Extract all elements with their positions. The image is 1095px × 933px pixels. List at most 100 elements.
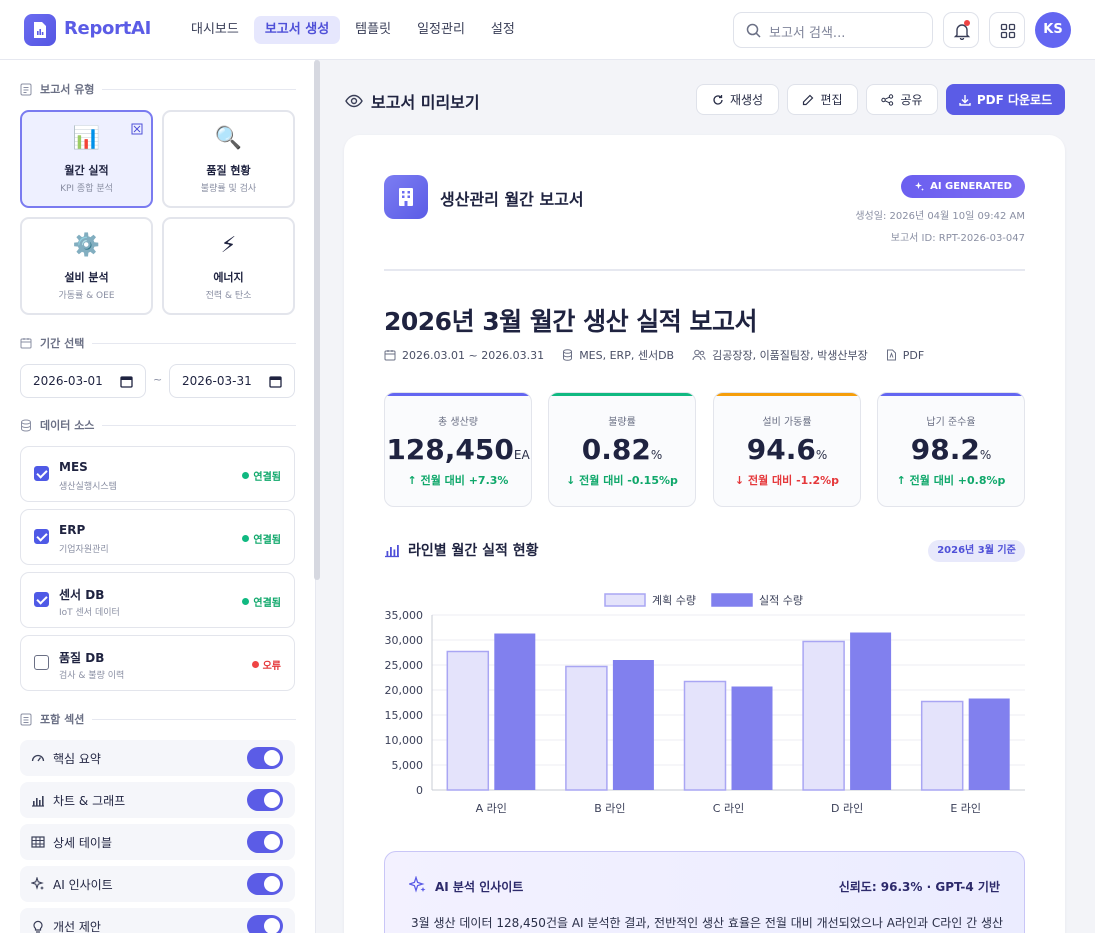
section-toggle[interactable] bbox=[247, 747, 283, 769]
end-date-input[interactable]: 2026-03-31 bbox=[169, 364, 295, 398]
bar-plan bbox=[920, 700, 964, 791]
pdf-download-button[interactable]: PDF 다운로드 bbox=[946, 84, 1065, 115]
section-toggle[interactable] bbox=[247, 789, 283, 811]
x-tick-label: A 라인 bbox=[476, 802, 507, 815]
nav-schedule[interactable]: 일정관리 bbox=[406, 16, 476, 44]
source-row-sensor[interactable]: 센서 DB IoT 센서 데이터 연결됨 bbox=[20, 572, 295, 628]
notification-button[interactable] bbox=[943, 12, 979, 48]
bar-chart-icon bbox=[32, 796, 44, 807]
section-toggle[interactable] bbox=[247, 831, 283, 853]
kpi-card-utilization: 설비 가동률 94.6% ↓ 전월 대비 -1.2%p bbox=[713, 392, 861, 507]
ai-insight-panel: AI 분석 인사이트 신뢰도: 96.3% · GPT-4 기반 3월 생산 데… bbox=[384, 851, 1025, 933]
chart-heading: 라인별 월간 실적 현황 bbox=[384, 540, 539, 560]
eye-icon bbox=[345, 94, 363, 108]
source-row-erp[interactable]: ERP 기업자원관리 연결됨 bbox=[20, 509, 295, 565]
bar-actual bbox=[850, 632, 892, 790]
nav-settings[interactable]: 설정 bbox=[480, 16, 526, 44]
y-tick-label: 25,000 bbox=[385, 659, 424, 672]
kpi-card-defect-rate: 불량률 0.82% ↓ 전월 대비 -0.15%p bbox=[548, 392, 696, 507]
section-label: 개선 제안 bbox=[53, 920, 101, 933]
legend-swatch bbox=[711, 593, 753, 607]
apps-button[interactable] bbox=[989, 12, 1025, 48]
source-checkbox[interactable] bbox=[34, 529, 49, 544]
app-name[interactable]: ReportAI bbox=[64, 18, 151, 39]
start-date-input[interactable]: 2026-03-01 bbox=[20, 364, 146, 398]
kpi-change: ↓ 전월 대비 -1.2%p bbox=[734, 474, 840, 487]
meta-format: PDF bbox=[886, 349, 924, 362]
section-toggle[interactable] bbox=[247, 915, 283, 933]
section-title: 데이터 소스 bbox=[40, 419, 95, 432]
card-title: 월간 실적 bbox=[64, 164, 109, 177]
search-input[interactable]: 보고서 검색... bbox=[733, 12, 933, 48]
source-name: 센서 DB bbox=[59, 588, 105, 602]
regenerate-button[interactable]: 재생성 bbox=[696, 84, 779, 115]
x-tick-label: D 라인 bbox=[831, 802, 863, 815]
sidebar-scrollbar[interactable] bbox=[314, 60, 320, 580]
report-type-monthly[interactable]: 📊 월간 실적 KPI 종합 분석 bbox=[20, 110, 153, 208]
calendar-icon[interactable] bbox=[120, 375, 133, 388]
ai-confidence: 신뢰도: 96.3% · GPT-4 기반 bbox=[838, 880, 1000, 894]
source-checkbox[interactable] bbox=[34, 466, 49, 481]
section-table[interactable]: 상세 테이블 bbox=[20, 824, 295, 860]
sparkle-icon bbox=[409, 876, 426, 893]
source-desc: 기업자원관리 bbox=[59, 545, 109, 555]
header-divider bbox=[384, 269, 1025, 271]
section-summary[interactable]: 핵심 요약 bbox=[20, 740, 295, 776]
pencil-icon bbox=[803, 94, 814, 105]
hourglass-icon bbox=[131, 120, 143, 139]
main-nav: 대시보드 보고서 생성 템플릿 일정관리 설정 bbox=[180, 16, 526, 44]
bar-plan bbox=[565, 665, 608, 791]
bar-actual bbox=[731, 686, 773, 790]
sparkle-icon bbox=[31, 877, 44, 890]
kpi-label: 설비 가동률 bbox=[762, 417, 812, 428]
source-checkbox[interactable] bbox=[34, 655, 49, 670]
document-icon bbox=[20, 83, 32, 95]
nav-templates[interactable]: 템플릿 bbox=[344, 16, 402, 44]
kpi-change: ↑ 전월 대비 +7.3% bbox=[407, 474, 509, 487]
section-toggle[interactable] bbox=[247, 873, 283, 895]
y-tick-label: 30,000 bbox=[385, 634, 424, 647]
section-ai-insight[interactable]: AI 인사이트 bbox=[20, 866, 295, 902]
end-date-value: 2026-03-31 bbox=[182, 374, 252, 388]
gauge-icon bbox=[31, 754, 45, 762]
lightning-icon: ⚡ bbox=[220, 233, 237, 258]
ai-generated-badge: AI GENERATED bbox=[901, 175, 1025, 198]
bar-plan bbox=[446, 650, 490, 791]
section-improvement[interactable]: 개선 제안 bbox=[20, 908, 295, 933]
kpi-change: ↑ 전월 대비 +0.8%p bbox=[896, 474, 1006, 487]
report-type-quality[interactable]: 🔍 품질 현황 불량률 및 검사 bbox=[162, 110, 295, 208]
report-title: 2026년 3월 월간 생산 실적 보고서 bbox=[384, 307, 758, 336]
meta-sources: MES, ERP, 센서DB bbox=[562, 347, 674, 363]
logo-icon[interactable] bbox=[24, 14, 56, 46]
table-icon bbox=[31, 836, 45, 848]
generated-date: 생성일: 2026년 04월 10일 09:42 AM bbox=[855, 211, 1025, 222]
source-name: MES bbox=[59, 460, 88, 474]
calendar-icon[interactable] bbox=[269, 375, 282, 388]
share-button[interactable]: 공유 bbox=[866, 84, 938, 115]
report-type-equipment[interactable]: ⚙️ 설비 분석 가동률 & OEE bbox=[20, 217, 153, 315]
report-type-energy[interactable]: ⚡ 에너지 전력 & 탄소 bbox=[162, 217, 295, 315]
status-badge: 연결됨 bbox=[242, 531, 281, 546]
source-row-mes[interactable]: MES 생산실행시스템 연결됨 bbox=[20, 446, 295, 502]
edit-button[interactable]: 편집 bbox=[787, 84, 858, 115]
section-charts[interactable]: 차트 & 그래프 bbox=[20, 782, 295, 818]
list-icon bbox=[20, 713, 32, 725]
notification-dot bbox=[964, 20, 970, 26]
calendar-icon bbox=[20, 338, 32, 349]
user-avatar[interactable]: KS bbox=[1035, 12, 1071, 48]
y-tick-label: 15,000 bbox=[385, 709, 424, 722]
kpi-value: 94.6% bbox=[746, 433, 828, 466]
ai-insight-title: AI 분석 인사이트 bbox=[435, 880, 524, 894]
status-badge: 연결됨 bbox=[242, 594, 281, 609]
kpi-accent-bar bbox=[714, 393, 860, 396]
report-meta: 2026.03.01 ~ 2026.03.31 MES, ERP, 센서DB 김… bbox=[384, 347, 942, 363]
nav-report-create[interactable]: 보고서 생성 bbox=[253, 16, 341, 44]
source-row-quality[interactable]: 품질 DB 검사 & 불량 이력 오류 bbox=[20, 635, 295, 691]
meta-period: 2026.03.01 ~ 2026.03.31 bbox=[384, 349, 544, 362]
report-type-heading: 보고서 유형 bbox=[20, 80, 296, 98]
source-checkbox[interactable] bbox=[34, 592, 49, 607]
report-id: 보고서 ID: RPT-2026-03-047 bbox=[890, 233, 1025, 244]
calendar-icon bbox=[384, 350, 396, 361]
kpi-card-delivery: 납기 준수율 98.2% ↑ 전월 대비 +0.8%p bbox=[877, 392, 1025, 507]
nav-dashboard[interactable]: 대시보드 bbox=[180, 16, 250, 44]
